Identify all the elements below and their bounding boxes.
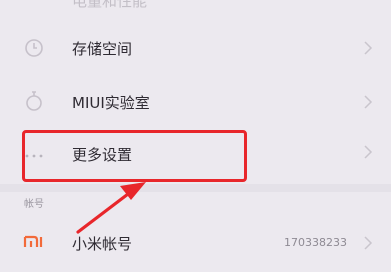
clock-icon (25, 39, 43, 57)
settings-row-mi-account-label: 小米帐号 (72, 235, 133, 253)
chevron-right-icon (364, 41, 373, 55)
settings-row-power-label: 电量和性能 (72, 0, 148, 10)
mi-logo-icon (23, 235, 43, 247)
highlight-box (22, 130, 247, 182)
flask-icon (26, 91, 42, 111)
mi-account-id: 170338233 (284, 236, 347, 249)
settings-row-mi-account[interactable]: 小米帐号 170338233 (0, 224, 391, 264)
section-divider (0, 184, 391, 192)
chevron-right-icon (364, 95, 373, 109)
settings-row-lab-label: MIUI实验室 (72, 94, 150, 112)
settings-row-storage-label: 存储空间 (72, 40, 133, 58)
chevron-right-icon (364, 145, 373, 159)
settings-row-storage[interactable]: 存储空间 (0, 28, 391, 68)
settings-row-lab[interactable]: MIUI实验室 (0, 82, 391, 122)
chevron-right-icon (364, 236, 373, 250)
account-section-title: 帐号 (24, 199, 44, 210)
settings-row-power[interactable]: 电量和性能 (0, 0, 391, 20)
